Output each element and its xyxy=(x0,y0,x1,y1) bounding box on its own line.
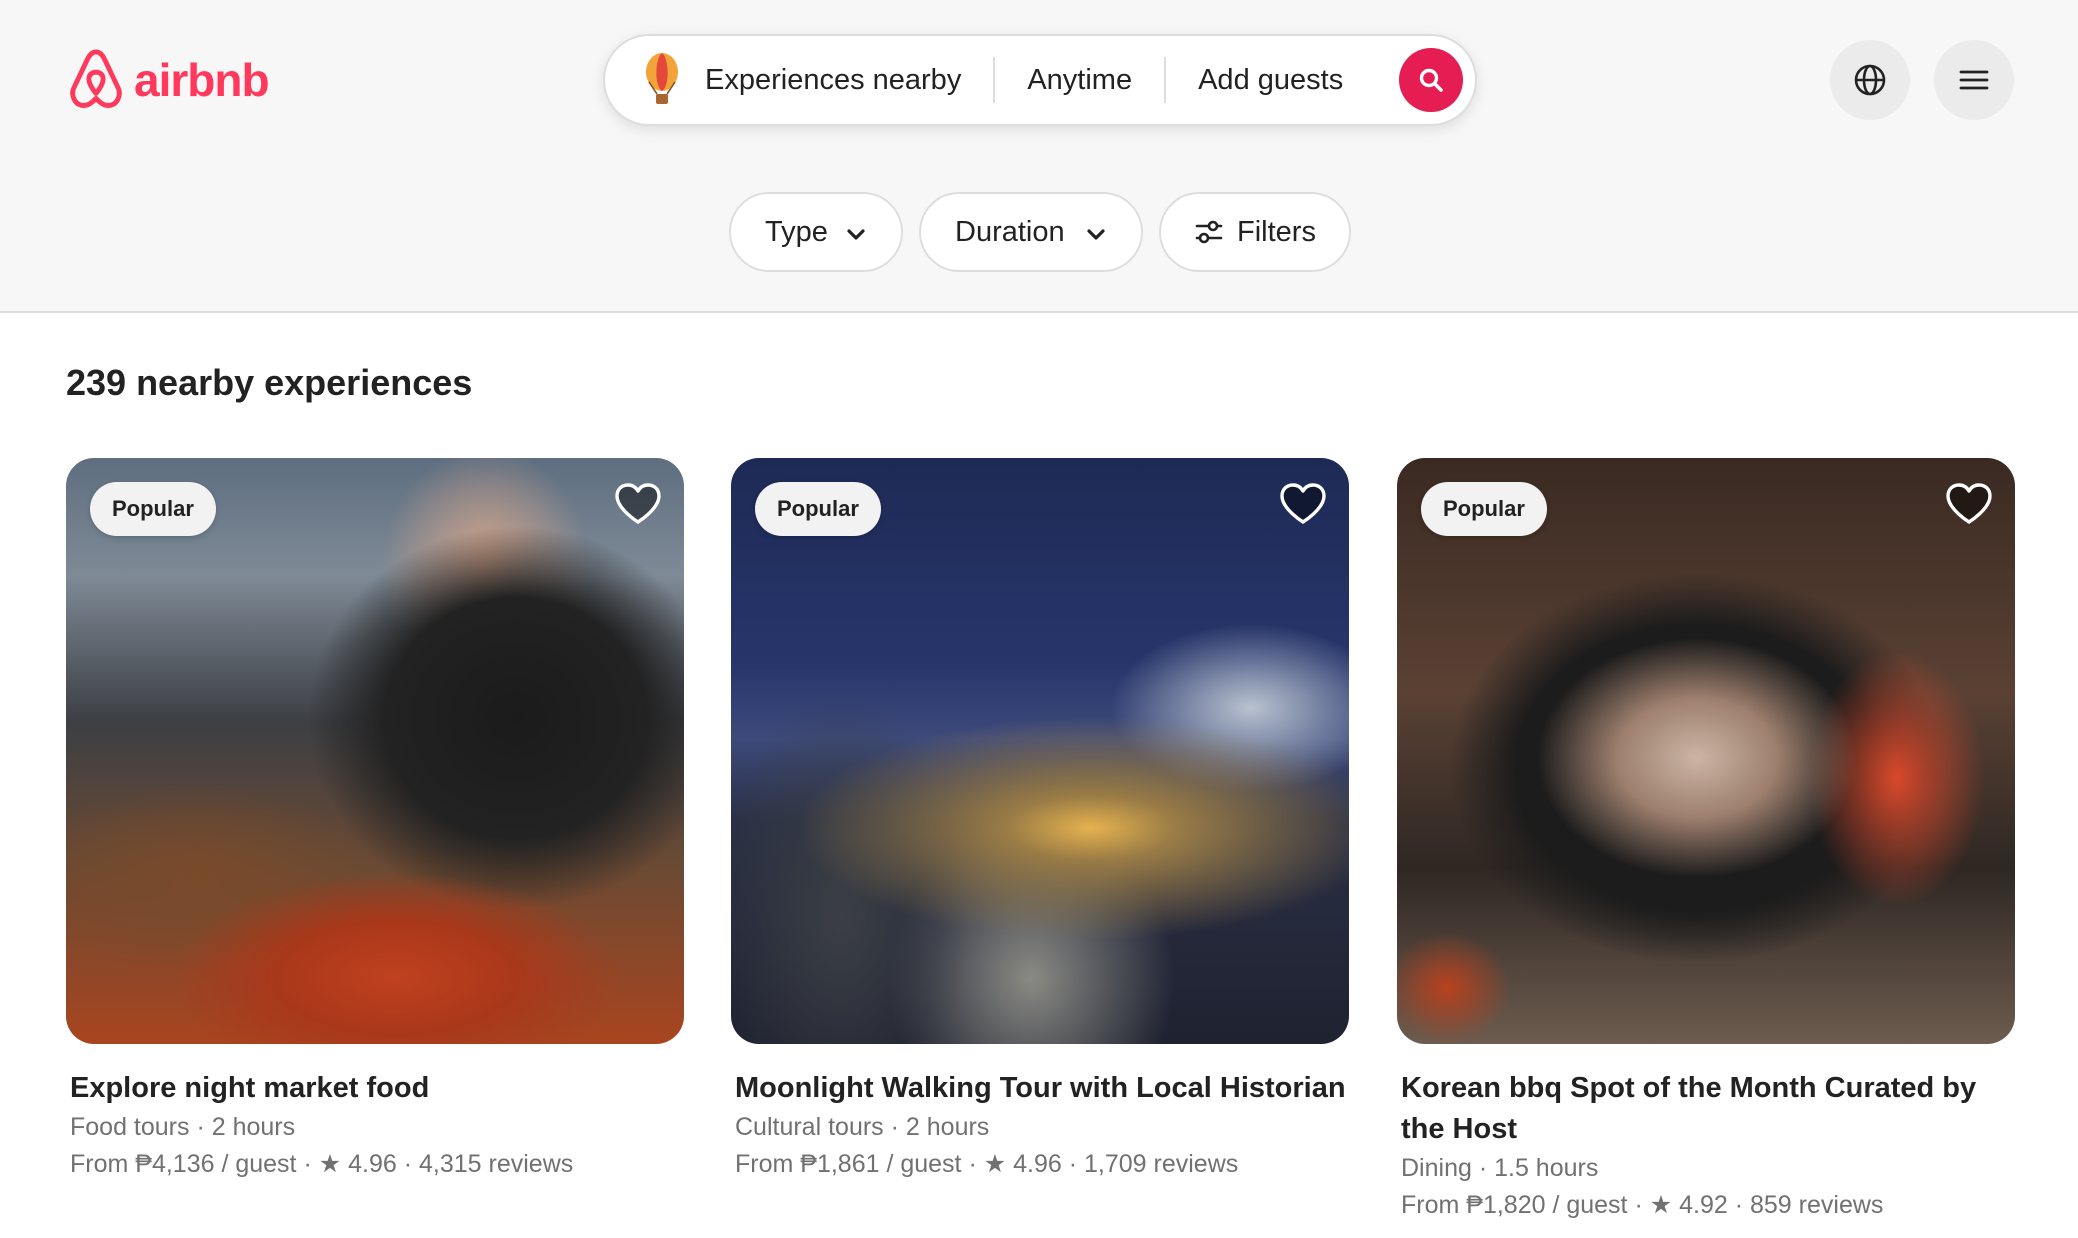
heart-icon[interactable] xyxy=(614,482,662,526)
airbnb-logo[interactable]: airbnb xyxy=(66,48,270,112)
experience-category: Dining xyxy=(1401,1154,1472,1182)
separator: · xyxy=(1068,1150,1078,1178)
experience-meta: Cultural tours · 2 hours xyxy=(731,1109,1349,1146)
separator: · xyxy=(196,1113,205,1141)
separator: · xyxy=(303,1150,312,1178)
type-filter-label: Type xyxy=(765,215,828,248)
experience-card[interactable]: Popular Explore night market food Food t… xyxy=(66,458,684,1183)
experience-category: Food tours xyxy=(70,1113,190,1141)
brand-name: airbnb xyxy=(134,54,270,106)
experience-title[interactable]: Korean bbq Spot of the Month Curated by … xyxy=(1397,1068,2015,1150)
experience-meta: Food tours · 2 hours xyxy=(66,1109,684,1146)
experience-price: From ₱4,136 / guest xyxy=(70,1150,297,1178)
experience-price-line: From ₱1,861 / guest · ★ 4.96 · 1,709 rev… xyxy=(731,1146,1349,1183)
separator: · xyxy=(1734,1191,1744,1219)
duration-filter-label: Duration xyxy=(955,215,1065,248)
experience-card[interactable]: Popular Korean bbq Spot of the Month Cur… xyxy=(1397,458,2015,1224)
search-when[interactable]: Anytime xyxy=(1027,64,1132,97)
duration-filter-button[interactable]: Duration xyxy=(919,192,1143,272)
filters-button[interactable]: Filters xyxy=(1159,192,1351,272)
experience-title[interactable]: Moonlight Walking Tour with Local Histor… xyxy=(731,1068,1349,1109)
experience-title[interactable]: Explore night market food xyxy=(66,1068,684,1109)
popular-badge: Popular xyxy=(755,482,881,536)
experience-rating: ★ 4.96 xyxy=(983,1150,1062,1178)
globe-icon xyxy=(1854,64,1886,96)
experience-rating: ★ 4.96 xyxy=(318,1150,397,1178)
separator: · xyxy=(1634,1191,1643,1219)
search-icon xyxy=(1419,68,1443,92)
filters-label: Filters xyxy=(1237,215,1316,248)
type-filter-button[interactable]: Type xyxy=(729,192,903,272)
menu-icon xyxy=(1959,70,1989,90)
experience-duration: 2 hours xyxy=(905,1113,990,1141)
search-divider xyxy=(1164,57,1167,103)
separator: · xyxy=(890,1113,899,1141)
experience-photo[interactable]: Popular xyxy=(731,458,1349,1044)
separator: · xyxy=(403,1150,413,1178)
experience-card[interactable]: Popular Moonlight Walking Tour with Loca… xyxy=(731,458,1349,1183)
experience-rating: ★ 4.92 xyxy=(1649,1191,1728,1219)
search-where[interactable]: Experiences nearby xyxy=(705,64,961,97)
separator: · xyxy=(968,1150,977,1178)
search-button[interactable] xyxy=(1399,48,1463,112)
header: airbnb Experiences nearby Anytime Add gu… xyxy=(0,0,2078,313)
experience-reviews: 1,709 reviews xyxy=(1084,1150,1239,1178)
experience-price: From ₱1,861 / guest xyxy=(735,1150,962,1178)
experience-price-line: From ₱1,820 / guest · ★ 4.92 · 859 revie… xyxy=(1397,1187,2015,1224)
popular-badge: Popular xyxy=(1421,482,1547,536)
experience-photo[interactable]: Popular xyxy=(66,458,684,1044)
experience-duration: 2 hours xyxy=(211,1113,296,1141)
popular-badge: Popular xyxy=(90,482,216,536)
heart-icon[interactable] xyxy=(1279,482,1327,526)
airbnb-logo-icon xyxy=(70,49,122,108)
experience-meta: Dining · 1.5 hours xyxy=(1397,1150,2015,1187)
experience-reviews: 859 reviews xyxy=(1750,1191,1884,1219)
search-divider xyxy=(993,57,996,103)
search-bar[interactable]: Experiences nearby Anytime Add guests xyxy=(603,34,1477,126)
separator: · xyxy=(1478,1154,1488,1182)
hot-air-balloon-icon xyxy=(646,53,678,104)
experience-price: From ₱1,820 / guest xyxy=(1401,1191,1628,1219)
experience-reviews: 4,315 reviews xyxy=(419,1150,574,1178)
page: airbnb Experiences nearby Anytime Add gu… xyxy=(0,0,2078,1238)
search-who[interactable]: Add guests xyxy=(1198,64,1343,97)
heart-icon[interactable] xyxy=(1945,482,1993,526)
chevron-down-icon xyxy=(847,229,865,240)
chevron-down-icon xyxy=(1087,229,1105,240)
experience-photo[interactable]: Popular xyxy=(1397,458,2015,1044)
experience-price-line: From ₱4,136 / guest · ★ 4.96 · 4,315 rev… xyxy=(66,1146,684,1183)
results-title: 239 nearby experiences xyxy=(66,362,473,403)
sliders-icon xyxy=(1195,220,1223,244)
experience-category: Cultural tours xyxy=(735,1113,884,1141)
experience-duration: 1.5 hours xyxy=(1494,1154,1599,1182)
main-menu-button[interactable] xyxy=(1934,40,2014,120)
language-button[interactable] xyxy=(1830,40,1910,120)
